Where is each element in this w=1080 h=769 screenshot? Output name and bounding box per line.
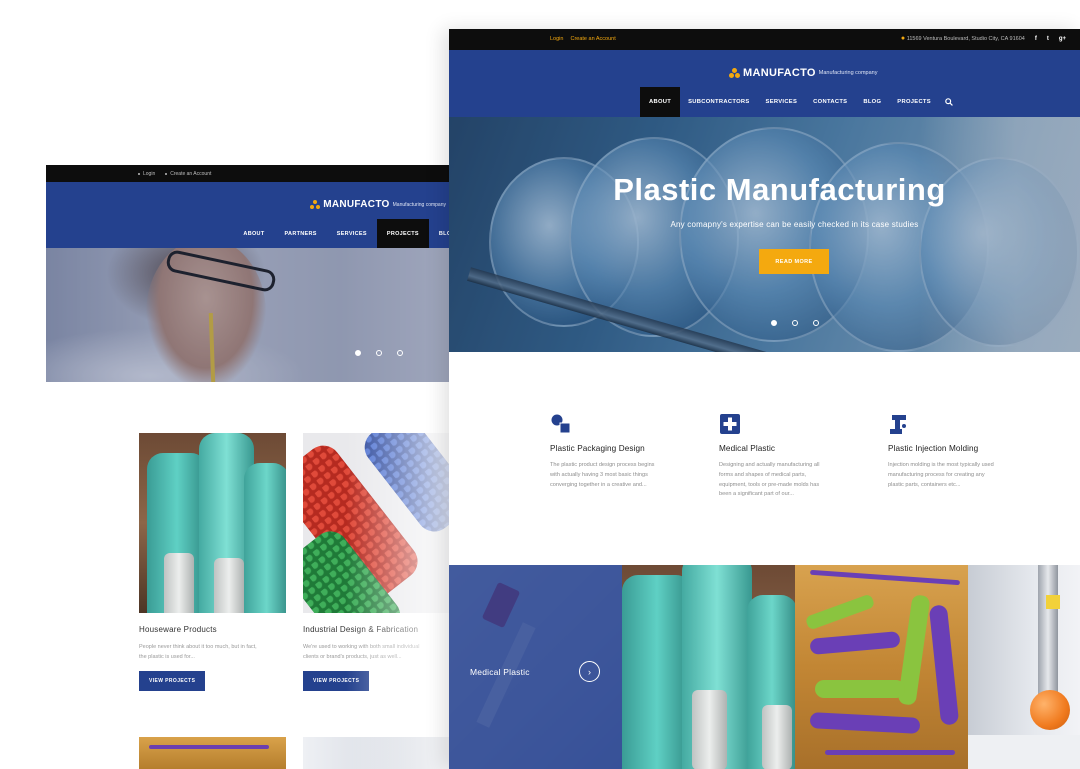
slider-dot[interactable] xyxy=(355,350,361,356)
hero-subtitle: Any comapny's expertise can be easily ch… xyxy=(670,220,919,229)
facebook-icon[interactable]: f xyxy=(1035,36,1037,42)
back-logo-brand: MANUFACTO xyxy=(323,199,390,210)
nav-contacts[interactable]: CONTACTS xyxy=(805,87,855,117)
back-nav-partners[interactable]: PARTNERS xyxy=(274,219,326,248)
card-description: People never think about it too much, bu… xyxy=(139,644,257,660)
injection-molding-icon xyxy=(888,413,910,435)
feature-title: Medical Plastic xyxy=(719,444,776,453)
feature-title: Plastic Injection Molding xyxy=(888,444,979,453)
feature-title: Plastic Packaging Design xyxy=(550,444,645,453)
search-icon[interactable] xyxy=(939,87,959,117)
features-row: Plastic Packaging Design The plastic pro… xyxy=(550,413,1017,500)
feature-description: Designing and actually manufacturing all… xyxy=(719,462,820,498)
back-nav-about[interactable]: ABOUT xyxy=(233,219,274,248)
nav-subcontractors[interactable]: SUBCONTRACTORS xyxy=(680,87,757,117)
front-logo[interactable]: MANUFACTO Manufacturing company xyxy=(729,67,877,79)
back-login-label: Login xyxy=(143,170,156,177)
back-create-label: Create an Account xyxy=(170,170,212,177)
feature-packaging: Plastic Packaging Design The plastic pro… xyxy=(550,413,679,500)
front-logo-brand: MANUFACTO xyxy=(743,67,816,79)
feature-injection: Plastic Injection Molding Injection mold… xyxy=(888,413,1017,500)
gallery-tile-bottles[interactable] xyxy=(622,565,795,769)
project-card-houseware: Houseware Products People never think ab… xyxy=(139,433,286,692)
feature-medical: Medical Plastic Designing and actually m… xyxy=(719,413,848,500)
map-pin-icon: ● xyxy=(900,35,906,42)
gallery-tile-utensils[interactable] xyxy=(795,565,968,769)
front-header: MANUFACTO Manufacturing company ABOUT SU… xyxy=(449,50,1080,117)
project-thumbnail xyxy=(139,737,286,769)
project-gallery: Medical Plastic › xyxy=(449,565,1080,769)
gallery-tile-medical[interactable]: Medical Plastic › xyxy=(449,565,622,769)
slider-dot[interactable] xyxy=(376,350,382,356)
back-header: MANUFACTO Manufacturing company ABOUT PA… xyxy=(46,182,466,248)
address-text: 11569 Ventura Boulevard, Studio City, CA… xyxy=(906,36,1025,42)
houseware-image xyxy=(139,433,286,613)
slider-dot[interactable] xyxy=(813,320,819,326)
front-page-mockup: Login Create an Account ● 11569 Ventura … xyxy=(449,29,1080,769)
back-nav-projects[interactable]: PROJECTS xyxy=(376,219,429,248)
back-page-mockup: Login Create an Account MANUFACTO Manufa… xyxy=(46,165,466,769)
back-logo[interactable]: MANUFACTO Manufacturing company xyxy=(310,199,446,210)
back-slider-dots xyxy=(355,350,403,356)
nav-blog[interactable]: BLOG xyxy=(855,87,889,117)
logo-mark-icon xyxy=(729,68,740,78)
arrow-right-icon[interactable]: › xyxy=(579,661,600,682)
front-logo-tagline: Manufacturing company xyxy=(818,70,878,76)
hero-slider-dots xyxy=(771,320,819,326)
medical-cross-icon xyxy=(719,413,741,435)
nav-about[interactable]: ABOUT xyxy=(640,87,681,117)
slider-dot[interactable] xyxy=(397,350,403,356)
back-login-link[interactable]: Login xyxy=(138,171,155,177)
front-nav: ABOUT SUBCONTRACTORS SERVICES CONTACTS B… xyxy=(640,87,959,117)
card-title: Houseware Products xyxy=(139,625,217,634)
front-topbar: Login Create an Account ● 11569 Ventura … xyxy=(449,29,1080,50)
hero-title: Plastic Manufacturing xyxy=(613,172,946,207)
nav-services[interactable]: SERVICES xyxy=(758,87,806,117)
feature-description: The plastic product design process begin… xyxy=(550,462,655,488)
slider-dot[interactable] xyxy=(792,320,798,326)
back-nav: ABOUT PARTNERS SERVICES PROJECTS BLOG xyxy=(233,219,466,248)
view-projects-button[interactable]: VIEW PROJECTS xyxy=(139,671,206,692)
feature-description: Injection molding is the most typically … xyxy=(888,462,994,488)
google-plus-icon[interactable]: g+ xyxy=(1059,36,1066,42)
back-create-account-link[interactable]: Create an Account xyxy=(165,171,211,177)
read-more-button[interactable]: READ MORE xyxy=(759,249,829,274)
create-account-link[interactable]: Create an Account xyxy=(570,36,615,42)
slider-dot[interactable] xyxy=(771,320,777,326)
hero-banner: Plastic Manufacturing Any comapny's expe… xyxy=(449,117,1080,352)
back-topbar: Login Create an Account xyxy=(46,165,466,182)
address-info: ● 11569 Ventura Boulevard, Studio City, … xyxy=(901,35,1025,42)
gallery-tile-label: Medical Plastic xyxy=(470,667,530,677)
back-logo-tagline: Manufacturing company xyxy=(392,201,446,208)
nav-projects[interactable]: PROJECTS xyxy=(889,87,939,117)
packaging-icon xyxy=(550,413,572,435)
login-link[interactable]: Login xyxy=(550,36,563,42)
gallery-tile-machinery[interactable] xyxy=(968,565,1080,769)
back-hero-image xyxy=(46,248,466,382)
twitter-icon[interactable]: t xyxy=(1047,36,1049,42)
back-nav-services[interactable]: SERVICES xyxy=(327,219,377,248)
logo-mark-icon xyxy=(310,200,321,209)
